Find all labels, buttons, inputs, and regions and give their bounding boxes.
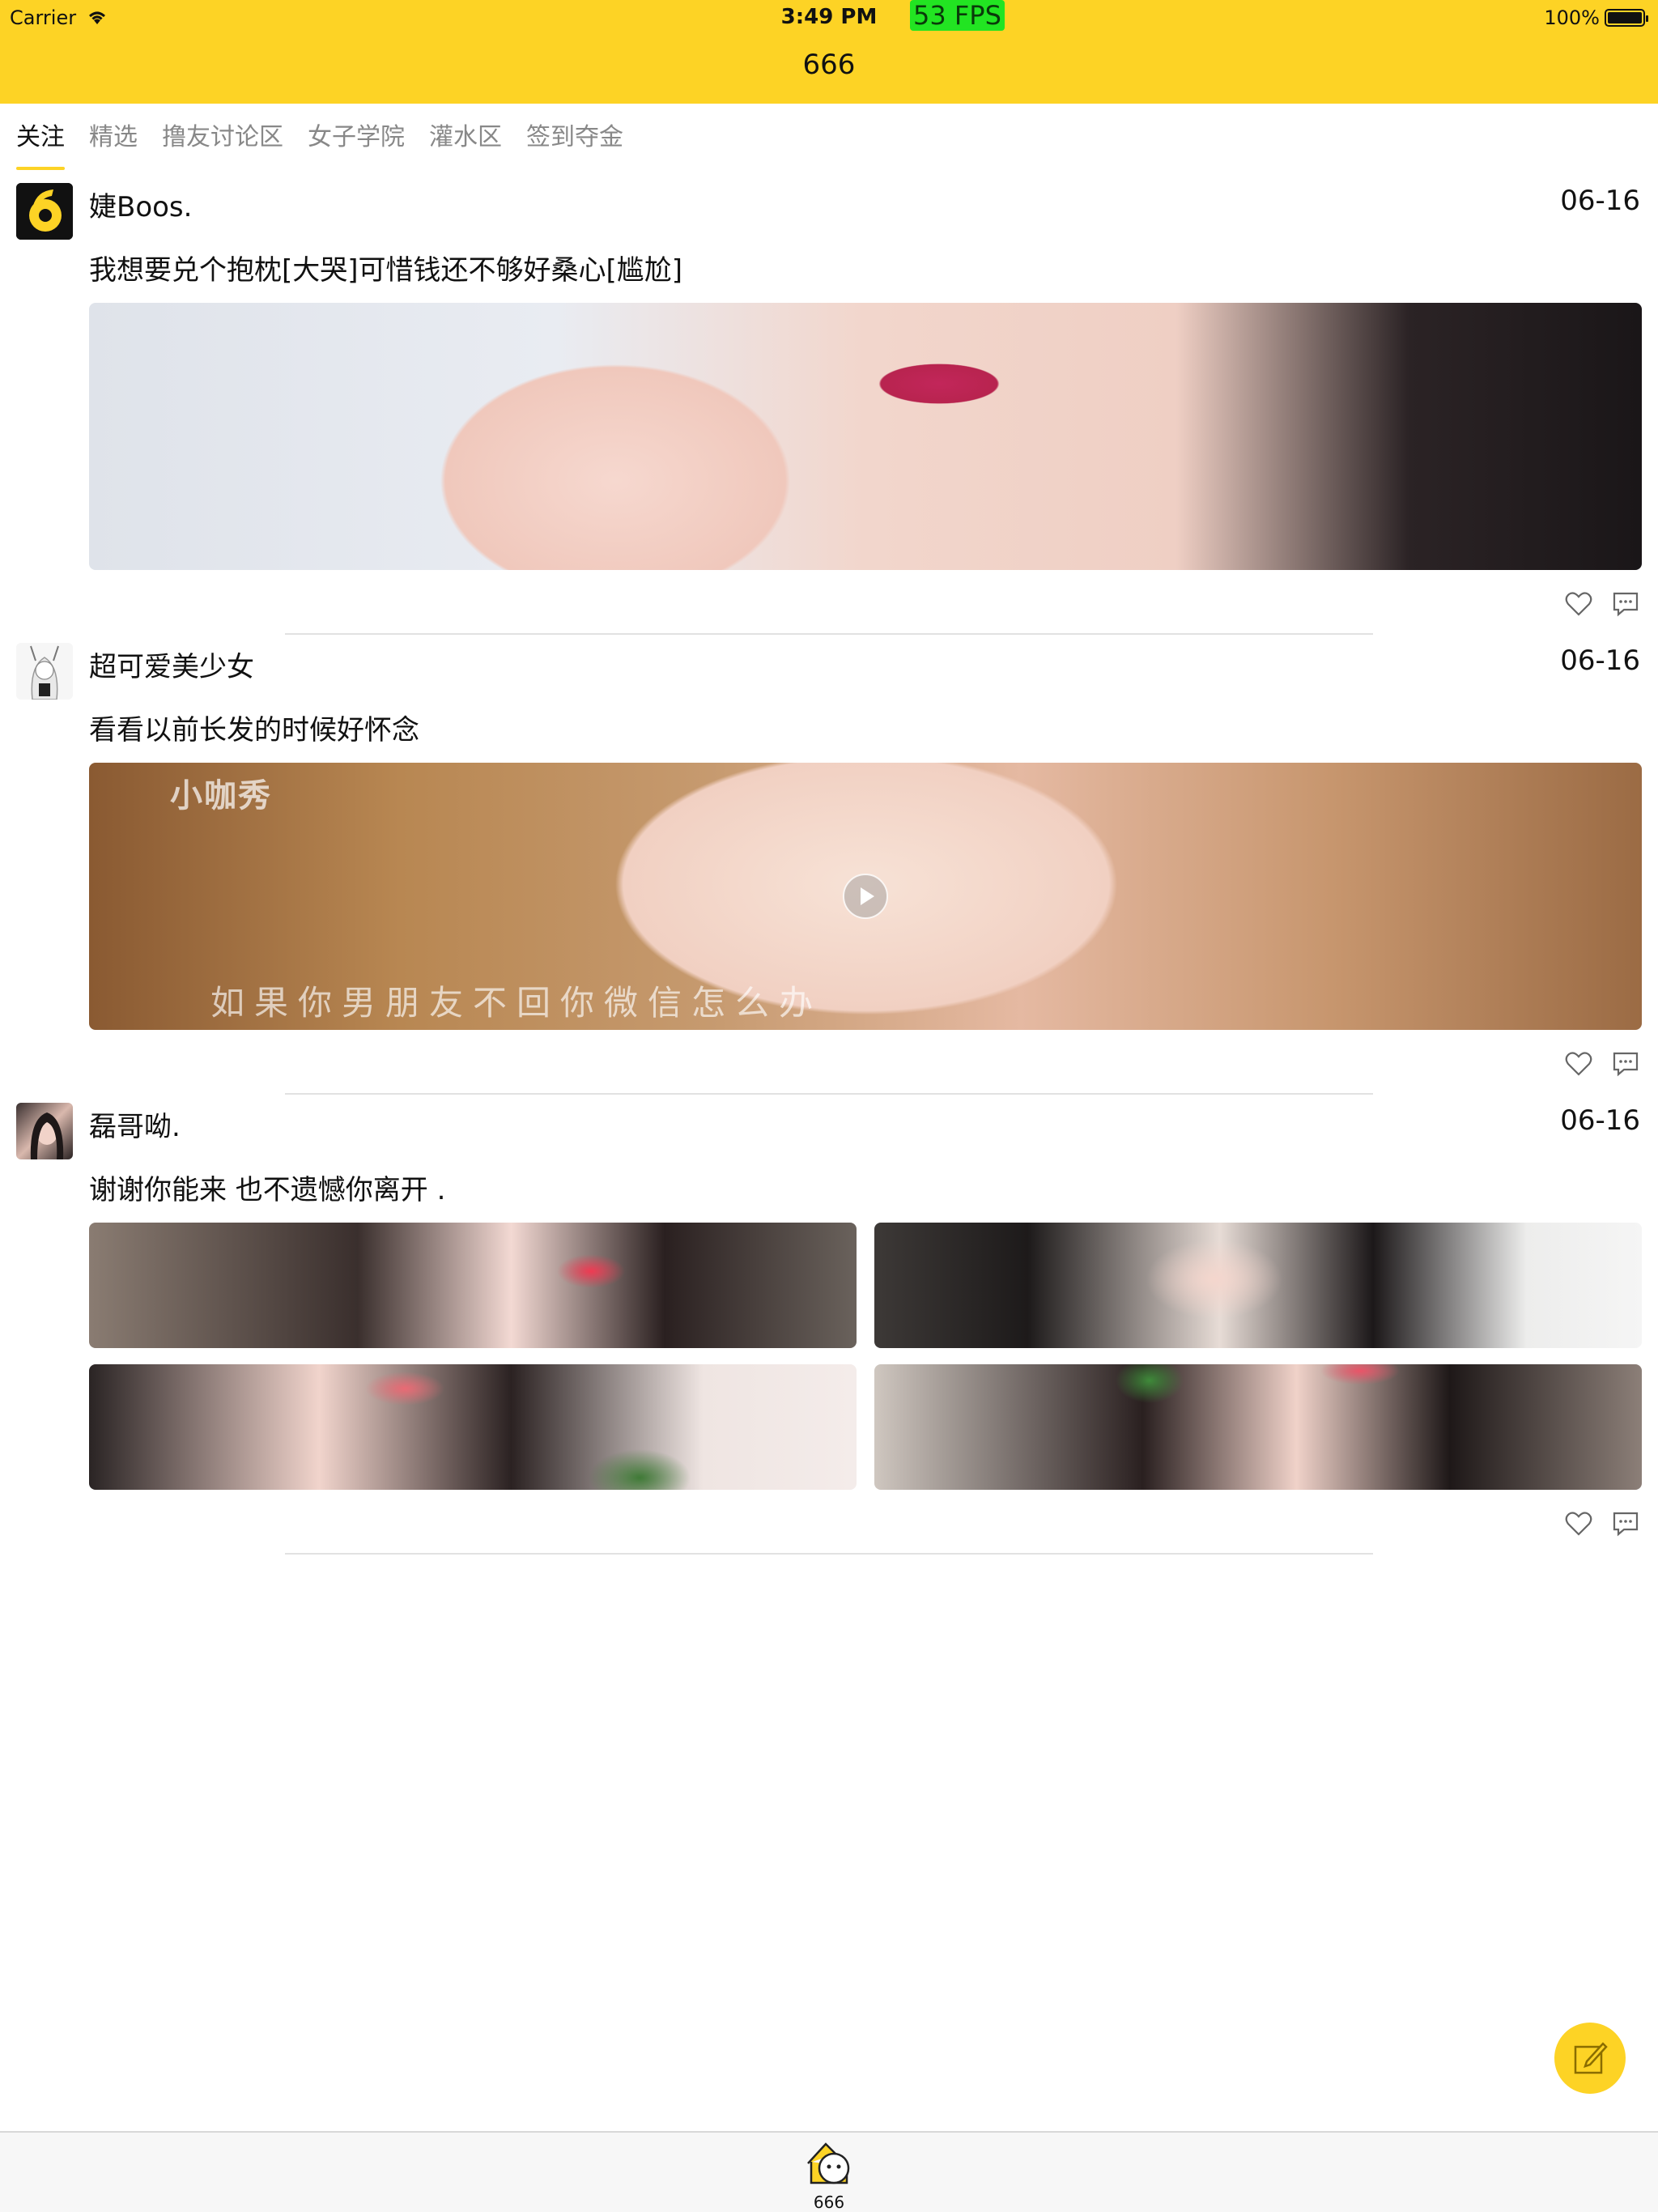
app-root: Carrier 3:49 PM 53 FPS 100% 666 关注 精选 撸友… xyxy=(0,0,1658,2212)
avatar[interactable] xyxy=(16,1103,73,1159)
tab-label: 撸友讨论区 xyxy=(162,123,283,151)
post-date: 06-16 xyxy=(1560,185,1640,217)
battery-icon xyxy=(1605,9,1648,27)
post-card: 婕Boos. 06-16 我想要兑个抱枕[大哭]可惜钱还不够好桑心[尴尬] xyxy=(0,175,1658,635)
tab-featured[interactable]: 精选 xyxy=(89,104,138,175)
tab-women-academy[interactable]: 女子学院 xyxy=(308,104,405,175)
username[interactable]: 婕Boos. xyxy=(89,185,192,224)
battery-percent: 100% xyxy=(1544,6,1600,29)
post-image-grid xyxy=(89,1223,1642,1490)
logo-avatar-icon xyxy=(16,183,73,240)
grid-image[interactable] xyxy=(89,1223,857,1348)
post-date: 06-16 xyxy=(1560,1104,1640,1137)
compose-button[interactable] xyxy=(1554,2023,1626,2094)
active-tab-indicator xyxy=(16,167,65,170)
bottom-tab-bar: 666 xyxy=(0,2131,1658,2212)
post-text: 看看以前长发的时候好怀念 xyxy=(89,714,419,747)
post-text: 我想要兑个抱枕[大哭]可惜钱还不够好桑心[尴尬] xyxy=(89,254,683,287)
fps-counter: 53 FPS xyxy=(910,0,1005,31)
tab-label: 女子学院 xyxy=(308,123,405,151)
post-card: 磊哥呦. 06-16 谢谢你能来 也不遗憾你离开 . xyxy=(0,1095,1658,1555)
post-card: 超可爱美少女 06-16 看看以前长发的时候好怀念 小咖秀 如果你男朋友不回你微… xyxy=(0,635,1658,1095)
post-actions xyxy=(1564,1049,1640,1078)
post-text: 谢谢你能来 也不遗憾你离开 . xyxy=(89,1174,446,1206)
tab-discussion[interactable]: 撸友讨论区 xyxy=(162,104,283,175)
post-actions xyxy=(1564,589,1640,619)
status-time: 3:49 PM xyxy=(780,5,878,29)
profile-photo-icon xyxy=(30,1112,64,1159)
grid-image[interactable] xyxy=(874,1364,1642,1490)
play-icon[interactable] xyxy=(841,872,890,921)
post-video[interactable]: 小咖秀 如果你男朋友不回你微信怎么办 xyxy=(89,763,1642,1030)
status-battery: 100% xyxy=(1544,6,1648,29)
anime-girl-avatar-icon xyxy=(16,643,73,700)
post-image[interactable] xyxy=(89,303,1642,570)
home-mascot-icon xyxy=(807,2142,850,2184)
post-date: 06-16 xyxy=(1560,644,1640,677)
grid-image[interactable] xyxy=(89,1364,857,1490)
username[interactable]: 超可爱美少女 xyxy=(89,644,254,684)
tab-label: 精选 xyxy=(89,123,138,151)
top-bar: Carrier 3:49 PM 53 FPS 100% 666 xyxy=(0,0,1658,104)
comment-icon[interactable] xyxy=(1611,1049,1640,1078)
tab-label: 灌水区 xyxy=(429,123,502,151)
like-icon[interactable] xyxy=(1564,589,1593,619)
category-tabs: 关注 精选 撸友讨论区 女子学院 灌水区 签到夺金 xyxy=(0,104,1658,175)
page-title: 666 xyxy=(802,49,856,81)
avatar[interactable] xyxy=(16,643,73,700)
post-divider xyxy=(285,1553,1373,1555)
grid-image[interactable] xyxy=(874,1223,1642,1348)
tab-label: 签到夺金 xyxy=(526,123,623,151)
username[interactable]: 磊哥呦. xyxy=(89,1104,181,1144)
tab-checkin[interactable]: 签到夺金 xyxy=(526,104,623,175)
tabbar-label: 666 xyxy=(813,2193,845,2212)
video-watermark: 小咖秀 xyxy=(170,777,272,815)
like-icon[interactable] xyxy=(1564,1509,1593,1538)
comment-icon[interactable] xyxy=(1611,1509,1640,1538)
video-subtitle: 如果你男朋友不回你微信怎么办 xyxy=(210,983,823,1023)
post-actions xyxy=(1564,1509,1640,1538)
tab-label: 关注 xyxy=(16,123,65,151)
compose-icon xyxy=(1574,2042,1608,2074)
tab-chat-area[interactable]: 灌水区 xyxy=(429,104,502,175)
avatar[interactable] xyxy=(16,183,73,240)
tabbar-home[interactable]: 666 xyxy=(789,2139,869,2212)
post-feed: 婕Boos. 06-16 我想要兑个抱枕[大哭]可惜钱还不够好桑心[尴尬] 超可… xyxy=(0,175,1658,1555)
comment-icon[interactable] xyxy=(1611,589,1640,619)
like-icon[interactable] xyxy=(1564,1049,1593,1078)
tab-follow[interactable]: 关注 xyxy=(16,104,65,175)
